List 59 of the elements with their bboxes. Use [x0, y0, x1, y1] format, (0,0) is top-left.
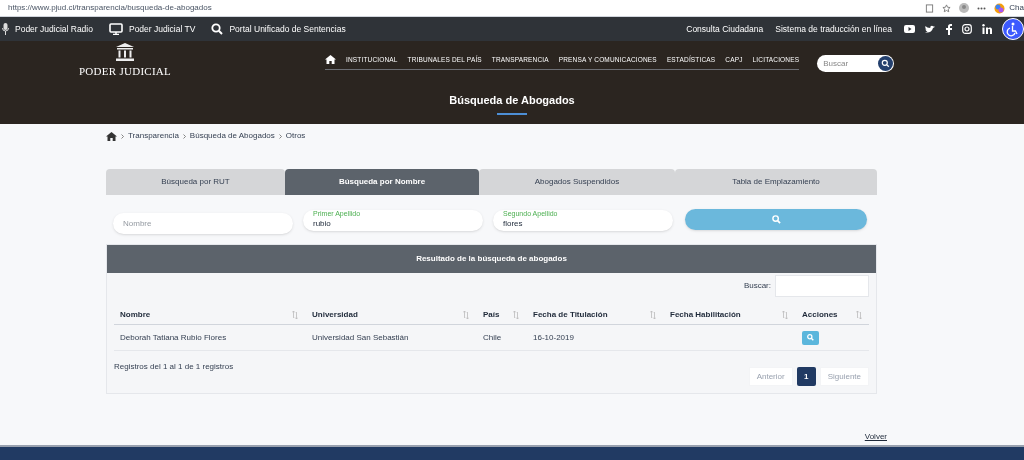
microphone-icon — [2, 23, 9, 35]
breadcrumb-link[interactable]: Transparencia — [128, 130, 179, 142]
search-icon — [211, 23, 224, 35]
top-bar-link[interactable]: Poder Judicial Radio — [2, 22, 93, 36]
back-link[interactable]: Volver — [864, 431, 887, 443]
camera-icon[interactable] — [962, 24, 972, 34]
breadcrumb-link[interactable]: Otros — [285, 130, 306, 142]
table-cell: 16-10-2019 — [533, 332, 574, 342]
chevron-icon — [278, 133, 282, 139]
column-header[interactable]: Acciones — [802, 308, 838, 321]
column-header[interactable]: Fecha de Titulación — [533, 308, 608, 321]
top-bar-link[interactable]: Sistema de traducción en línea — [775, 22, 892, 36]
home-icon[interactable] — [106, 131, 117, 141]
sparkle-icon — [994, 2, 1006, 14]
home-icon[interactable] — [325, 55, 336, 65]
logo-text: PODER JUDICIAL — [78, 64, 172, 79]
video-icon[interactable] — [904, 25, 915, 33]
avatar-icon[interactable] — [959, 3, 970, 13]
accessibility-icon[interactable] — [1002, 18, 1024, 40]
star-icon[interactable] — [942, 3, 952, 13]
column-header[interactable]: Nombre — [120, 308, 151, 321]
filter-field[interactable] — [775, 275, 869, 297]
search-icon[interactable] — [877, 55, 895, 72]
top-bar-link[interactable]: Poder Judicial TV — [108, 22, 196, 36]
table-cell: Chile — [483, 332, 502, 342]
table-cell: Deborah Tatiana Rubio Flores — [120, 332, 227, 342]
tab[interactable]: Búsqueda por RUT — [106, 169, 285, 195]
address-bar-url[interactable]: https://www.pjud.cl/transparencia/busqueda-de-abogados — [8, 2, 918, 14]
letter-f-icon[interactable] — [946, 23, 952, 35]
top-bar-link[interactable]: Consulta Ciudadana — [686, 22, 764, 36]
page-button[interactable]: 1 — [796, 367, 816, 386]
monitor-icon — [108, 23, 123, 35]
filter-label: Buscar: — [743, 280, 771, 292]
column-header[interactable]: Fecha Habilitación — [670, 308, 741, 321]
tab[interactable]: Búsqueda por Nombre — [285, 169, 479, 195]
bird-icon[interactable] — [925, 24, 936, 34]
copilot-button[interactable]: Cha — [994, 2, 1024, 14]
reader-icon[interactable] — [925, 3, 935, 13]
records-summary: Registros del 1 al 1 de 1 registros — [114, 361, 234, 373]
top-bar-link[interactable]: Portal Unificado de Sentencias — [211, 22, 346, 36]
more-icon[interactable] — [977, 6, 987, 10]
breadcrumb-link[interactable]: Búsqueda de Abogados — [189, 130, 275, 142]
page-title: Búsqueda de Abogados — [449, 92, 575, 108]
column-header[interactable]: Universidad — [312, 308, 358, 321]
search-icon — [771, 215, 781, 224]
text-field[interactable]: Nombre — [113, 213, 293, 234]
courthouse-icon — [115, 43, 135, 61]
view-button[interactable] — [802, 330, 819, 345]
results-header: Resultado de la búsqueda de abogados — [107, 245, 876, 273]
tab[interactable]: Tabla de Emplazamiento — [675, 169, 877, 195]
search-icon — [807, 334, 814, 341]
table-cell: Universidad San Sebastián — [312, 332, 409, 342]
in-letters-icon[interactable] — [982, 24, 992, 34]
tab[interactable]: Abogados Suspendidos — [479, 169, 675, 195]
title-underline — [497, 113, 527, 115]
chevron-icon — [121, 133, 124, 139]
search-button[interactable] — [685, 209, 867, 230]
chevron-icon — [182, 133, 186, 139]
column-header[interactable]: País — [483, 308, 500, 321]
